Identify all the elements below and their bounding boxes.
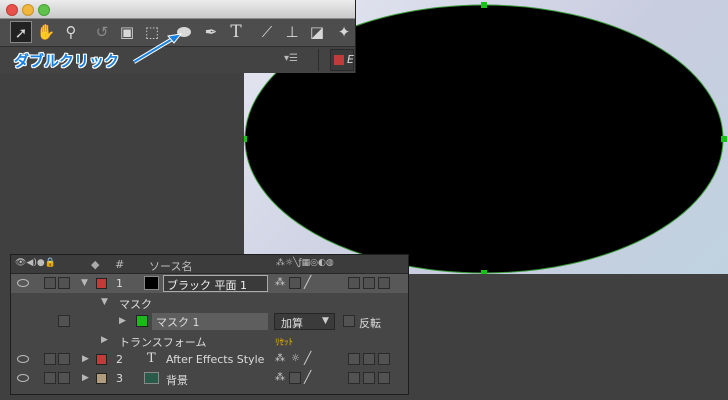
- callout-arrow: [132, 33, 183, 64]
- switches-header-icons: ⁂☼╲ƒ▦◎◐◍: [276, 258, 334, 268]
- type-tool-icon[interactable]: T: [225, 21, 247, 43]
- shy-switch-icon[interactable]: ⁂: [275, 372, 285, 383]
- selection-tool-icon[interactable]: ➚: [10, 21, 32, 43]
- label-color-swatch[interactable]: [96, 354, 107, 365]
- parent-box-1[interactable]: [348, 277, 360, 289]
- collapse-switch-icon[interactable]: ☼: [291, 353, 300, 364]
- mask-group-label: マスク: [119, 298, 152, 311]
- chevron-down-icon: ▼: [322, 316, 329, 326]
- expand-mask-1-icon[interactable]: ▶: [119, 316, 126, 326]
- timeline-panel: 👁◀)●🔒 ◆ # ソース名 ⁂☼╲ƒ▦◎◐◍ ▼ 1 ブラック 平面 1 ⁂ …: [10, 254, 409, 395]
- layer-name[interactable]: After Effects Style: [166, 353, 264, 366]
- label-tag-icon: ◆: [91, 258, 100, 271]
- mask-vertex-handle-left[interactable]: [244, 136, 247, 142]
- layer-name: ブラック 平面 1: [167, 279, 247, 292]
- parent-box-1[interactable]: [348, 372, 360, 384]
- audio-switch[interactable]: [44, 372, 56, 384]
- label-color-swatch[interactable]: [96, 373, 107, 384]
- zoom-tool-icon[interactable]: ⚲: [60, 21, 82, 43]
- shy-switch-icon[interactable]: ⁂: [275, 353, 285, 364]
- invert-checkbox[interactable]: [343, 315, 355, 327]
- minimize-window-button[interactable]: [22, 4, 34, 16]
- label-color-swatch[interactable]: [96, 278, 107, 289]
- solo-switch[interactable]: [58, 372, 70, 384]
- mask-mode-value: 加算: [281, 317, 303, 330]
- parent-box-3[interactable]: [378, 277, 390, 289]
- parent-box-1[interactable]: [348, 353, 360, 365]
- close-window-button[interactable]: [6, 4, 18, 16]
- mask-mode-dropdown[interactable]: 加算 ▼: [274, 313, 335, 330]
- layer-row-3[interactable]: ▶ 3 背景 ⁂ ╱: [11, 369, 408, 388]
- parent-box-3[interactable]: [378, 353, 390, 365]
- hand-tool-icon[interactable]: ✋: [35, 21, 57, 43]
- expand-layer-2-icon[interactable]: ▶: [82, 354, 89, 364]
- switch-box[interactable]: [289, 277, 301, 289]
- pen-tool-icon[interactable]: ✒: [200, 21, 222, 43]
- reset-link[interactable]: ﾘｾｯﾄ: [275, 335, 293, 348]
- quality-switch-icon[interactable]: ╱: [304, 370, 311, 384]
- audio-switch[interactable]: [44, 277, 56, 289]
- timeline-header: 👁◀)●🔒 ◆ # ソース名 ⁂☼╲ƒ▦◎◐◍: [11, 255, 408, 274]
- brush-tool-icon[interactable]: ⟋: [256, 21, 278, 43]
- puppet-tool-icon[interactable]: ✦: [333, 21, 355, 43]
- mask-name-field[interactable]: マスク 1: [152, 313, 268, 330]
- mask-color-swatch[interactable]: [136, 315, 148, 327]
- mask-group-row[interactable]: ▼ マスク: [11, 293, 408, 312]
- panel-divider: [318, 49, 319, 71]
- parent-box-2[interactable]: [363, 277, 375, 289]
- mask-name: マスク 1: [156, 316, 200, 329]
- panel-tab-label: E: [347, 53, 354, 66]
- mask-vertex-handle-right[interactable]: [721, 136, 727, 142]
- parent-box-2[interactable]: [363, 372, 375, 384]
- quality-switch-icon[interactable]: ╱: [304, 275, 311, 289]
- number-column-header: #: [115, 258, 125, 271]
- layer-name[interactable]: 背景: [166, 372, 188, 388]
- av-switches-header-icons: 👁◀)●🔒: [15, 258, 56, 268]
- solo-switch[interactable]: [58, 353, 70, 365]
- clone-stamp-tool-icon[interactable]: ⊥: [281, 21, 303, 43]
- zoom-window-button[interactable]: [38, 4, 50, 16]
- eye-icon[interactable]: [17, 279, 29, 287]
- layer-row-1[interactable]: ▼ 1 ブラック 平面 1 ⁂ ╱: [11, 274, 408, 293]
- invert-label: 反転: [359, 317, 381, 330]
- parent-box-3[interactable]: [378, 372, 390, 384]
- layer-number: 1: [116, 277, 123, 290]
- layer-number: 2: [116, 353, 123, 366]
- layer-number: 3: [116, 372, 123, 385]
- eye-icon[interactable]: [17, 355, 29, 363]
- rotate-tool-icon[interactable]: ↺: [91, 21, 113, 43]
- solid-thumbnail: [144, 276, 159, 290]
- panel-menu-icon[interactable]: ▾☰: [284, 53, 298, 64]
- layer-name-field[interactable]: ブラック 平面 1: [163, 275, 268, 292]
- panel-tab[interactable]: E: [330, 49, 354, 71]
- transform-row[interactable]: ▶ トランスフォーム ﾘｾｯﾄ: [11, 331, 408, 350]
- mask-row-1[interactable]: ▶ マスク 1 加算 ▼ 反転: [11, 312, 408, 331]
- quality-switch-icon[interactable]: ╱: [304, 351, 311, 365]
- source-name-column-header[interactable]: ソース名: [149, 258, 192, 274]
- eraser-tool-icon[interactable]: ◪: [306, 21, 328, 43]
- footage-thumbnail-icon: [144, 372, 159, 384]
- mask-lock-switch[interactable]: [58, 315, 70, 327]
- expand-layer-3-icon[interactable]: ▶: [82, 373, 89, 383]
- shy-switch-icon[interactable]: ⁂: [275, 277, 285, 288]
- eye-icon[interactable]: [17, 374, 29, 382]
- mask-vertex-handle-bottom[interactable]: [481, 270, 487, 274]
- expand-masks-icon[interactable]: ▼: [101, 297, 108, 307]
- window-titlebar: [0, 0, 355, 19]
- mask-vertex-handle-top[interactable]: [481, 2, 487, 8]
- parent-box-2[interactable]: [363, 353, 375, 365]
- text-layer-icon: T: [147, 351, 156, 366]
- double-click-callout: ダブルクリック: [14, 52, 120, 70]
- expand-layer-1-icon[interactable]: ▼: [81, 278, 88, 288]
- solo-switch[interactable]: [58, 277, 70, 289]
- panel-tab-color-swatch: [334, 55, 344, 65]
- layer-row-2[interactable]: ▶ 2 T After Effects Style ⁂ ☼ ╱: [11, 350, 408, 369]
- expand-transform-icon[interactable]: ▶: [101, 335, 108, 345]
- transform-label: トランスフォーム: [119, 336, 207, 349]
- switch-box[interactable]: [289, 372, 301, 384]
- audio-switch[interactable]: [44, 353, 56, 365]
